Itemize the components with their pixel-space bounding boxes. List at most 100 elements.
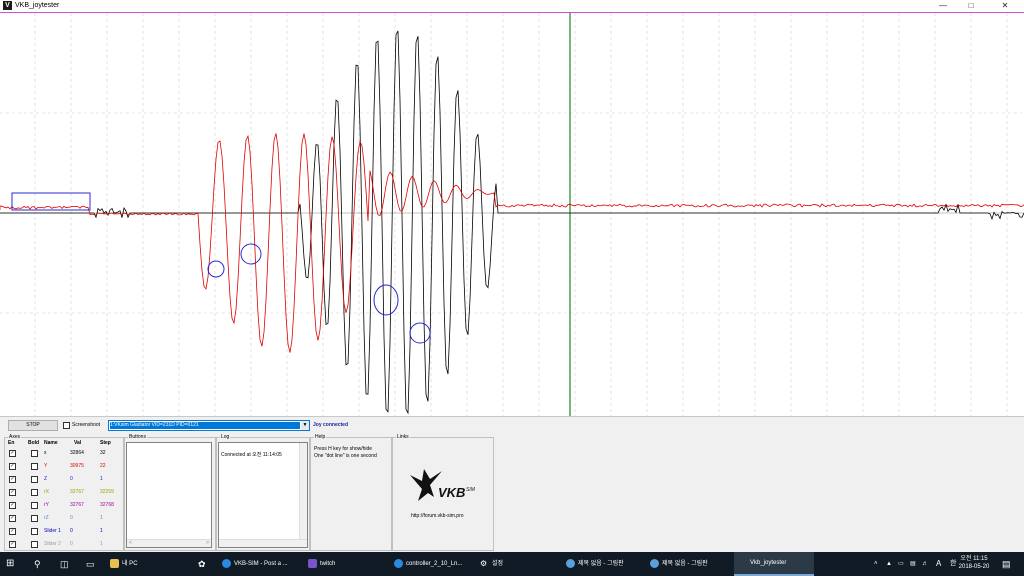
axis-enable-checkbox[interactable]: ✓ [9, 541, 16, 548]
axis-enable-checkbox[interactable]: ✓ [9, 528, 16, 535]
close-button[interactable]: ✕ [992, 0, 1018, 12]
axis-value: 0 [70, 515, 73, 521]
axis-name: rZ [44, 515, 49, 521]
axis-enable-checkbox[interactable]: ✓ [9, 515, 16, 522]
axes-header: Step [100, 440, 111, 446]
clock[interactable]: 오전 11:15 2018-05-20 [956, 555, 992, 571]
tray-network-icon[interactable]: ▲ [886, 552, 892, 576]
axis-name: rY [44, 502, 49, 508]
buttons-list[interactable]: < > [126, 442, 212, 548]
taskbar-item-settings[interactable]: ⚙ 설정 [480, 552, 503, 576]
scrollbar[interactable] [299, 443, 307, 539]
taskbar-item-paint-2[interactable]: 제목 없음 - 그림판 [650, 552, 708, 576]
axis-name: Slider 1 [44, 528, 61, 534]
paint-icon [650, 558, 659, 568]
edge-icon [394, 558, 403, 568]
scrollbar[interactable]: < > [127, 539, 211, 547]
axis-name: rX [44, 489, 49, 495]
axis-step: 32 [100, 450, 106, 456]
axis-value: 32767 [70, 489, 84, 495]
taskbar-item-label: 제목 없음 - 그림판 [578, 561, 624, 567]
taskbar-item-label: 설정 [492, 561, 504, 567]
folder-icon [110, 558, 119, 568]
axis-value: 30975 [70, 463, 84, 469]
svg-text:VKB: VKB [438, 485, 465, 500]
scrollbar[interactable] [219, 539, 307, 547]
axis-enable-checkbox[interactable]: ✓ [9, 450, 16, 457]
axis-value: 0 [70, 476, 73, 482]
links-group-title: Links [396, 434, 410, 440]
minimize-button[interactable]: — [930, 0, 956, 12]
axis-value: 0 [70, 528, 73, 534]
connection-status: Joy connected [313, 422, 349, 428]
axis-step: 22 [100, 463, 106, 469]
search-icon[interactable]: ⚲ [34, 552, 41, 576]
axis-name: x [44, 450, 47, 456]
maximize-button[interactable]: □ [958, 0, 984, 12]
device-select-value: 1:VKsim Gladiator VID=231D PID=0121 [110, 422, 300, 429]
axes-header: Val [74, 440, 82, 446]
tray-display-icon[interactable]: ▤ [910, 552, 916, 576]
window-title: VKB_joytester [15, 2, 60, 9]
paint-icon [566, 558, 575, 568]
axis-bold-checkbox[interactable] [31, 489, 38, 496]
taskbar-item-paint-1[interactable]: 제목 없음 - 그림판 [566, 552, 624, 576]
task-view-icon[interactable]: ◫ [60, 552, 69, 576]
edge-icon [222, 558, 231, 568]
taskbar-item-twitch[interactable]: twitch [308, 552, 335, 576]
help-group-title: Help [314, 434, 327, 440]
help-line-2: One "dot line" is one second [314, 453, 377, 459]
trace-x-axis [0, 30, 1024, 415]
axis-step: 1 [100, 515, 103, 521]
title-bar: V VKB_joytester — □ ✕ [0, 0, 1024, 13]
taskbar-item-label: VKB-SIM - Post a ... [234, 561, 288, 567]
axis-value: 32864 [70, 450, 84, 456]
taskbar-item-my-pc[interactable]: 내 PC [110, 552, 138, 576]
axis-enable-checkbox[interactable]: ✓ [9, 502, 16, 509]
taskbar-item-label: 제목 없음 - 그림판 [662, 561, 708, 567]
tray-power-icon[interactable]: ▭ [898, 552, 904, 576]
axis-name: Y [44, 463, 48, 469]
taskbar-item-edge-vkb[interactable]: VKB-SIM - Post a ... [222, 552, 288, 576]
taskbar: ⊞ ⚲ ◫ ▭ 내 PC ✿ VKB-SIM - Post a ... twit… [0, 552, 1024, 576]
axis-bold-checkbox[interactable] [31, 541, 38, 548]
axis-bold-checkbox[interactable] [31, 450, 38, 457]
axis-bold-checkbox[interactable] [31, 515, 38, 522]
axis-bold-checkbox[interactable] [31, 463, 38, 470]
axis-step: 32768 [100, 502, 114, 508]
annotation-circle [207, 260, 225, 278]
axes-header: Bold [28, 440, 40, 446]
axis-name: Z [44, 476, 48, 482]
tray-chevron-up-icon[interactable]: ˄ [874, 552, 878, 576]
axis-enable-checkbox[interactable]: ✓ [9, 463, 16, 470]
clock-time: 오전 11:15 [960, 556, 988, 562]
notification-icon[interactable]: ▤ [1002, 552, 1011, 576]
buttons-group-title: Buttons [128, 434, 147, 440]
ime-mode[interactable]: A [936, 552, 941, 576]
axis-enable-checkbox[interactable]: ✓ [9, 476, 16, 483]
axes-header: Name [44, 440, 58, 446]
forum-link[interactable]: http://forum.vkb-sim.pro [411, 513, 464, 519]
axis-bold-checkbox[interactable] [31, 476, 38, 483]
stop-button[interactable]: STOP [8, 420, 58, 431]
axis-bold-checkbox[interactable] [31, 502, 38, 509]
axis-step: 1 [100, 541, 103, 547]
axis-enable-checkbox[interactable]: ✓ [9, 489, 16, 496]
log-group-title: Log [220, 434, 231, 440]
taskbar-item-joytester[interactable]: Vkb_joytester [734, 552, 814, 576]
taskbar-item-app[interactable]: ✿ [198, 552, 206, 576]
file-explorer-icon[interactable]: ▭ [86, 552, 95, 576]
vkbsim-logo[interactable]: VKB SIM [408, 467, 480, 507]
chevron-down-icon[interactable]: ▼ [301, 421, 309, 430]
start-button[interactable]: ⊞ [6, 552, 22, 576]
axis-plot [0, 13, 1024, 416]
device-select[interactable]: 1:VKsim Gladiator VID=231D PID=0121 ▼ [108, 420, 310, 431]
axis-bold-checkbox[interactable] [31, 528, 38, 535]
taskbar-item-label: Vkb_joytester [750, 560, 787, 566]
screenshot-checkbox[interactable] [63, 422, 70, 429]
tray-volume-icon[interactable]: ♬ [922, 552, 928, 576]
axis-step: 1 [100, 476, 103, 482]
screenshot-label: Screenshoot [72, 422, 101, 428]
taskbar-item-edge-controller[interactable]: controller_2_10_Ln... [394, 552, 462, 576]
log-text-area[interactable]: Connected at 오전 11:14:05 [218, 442, 308, 548]
